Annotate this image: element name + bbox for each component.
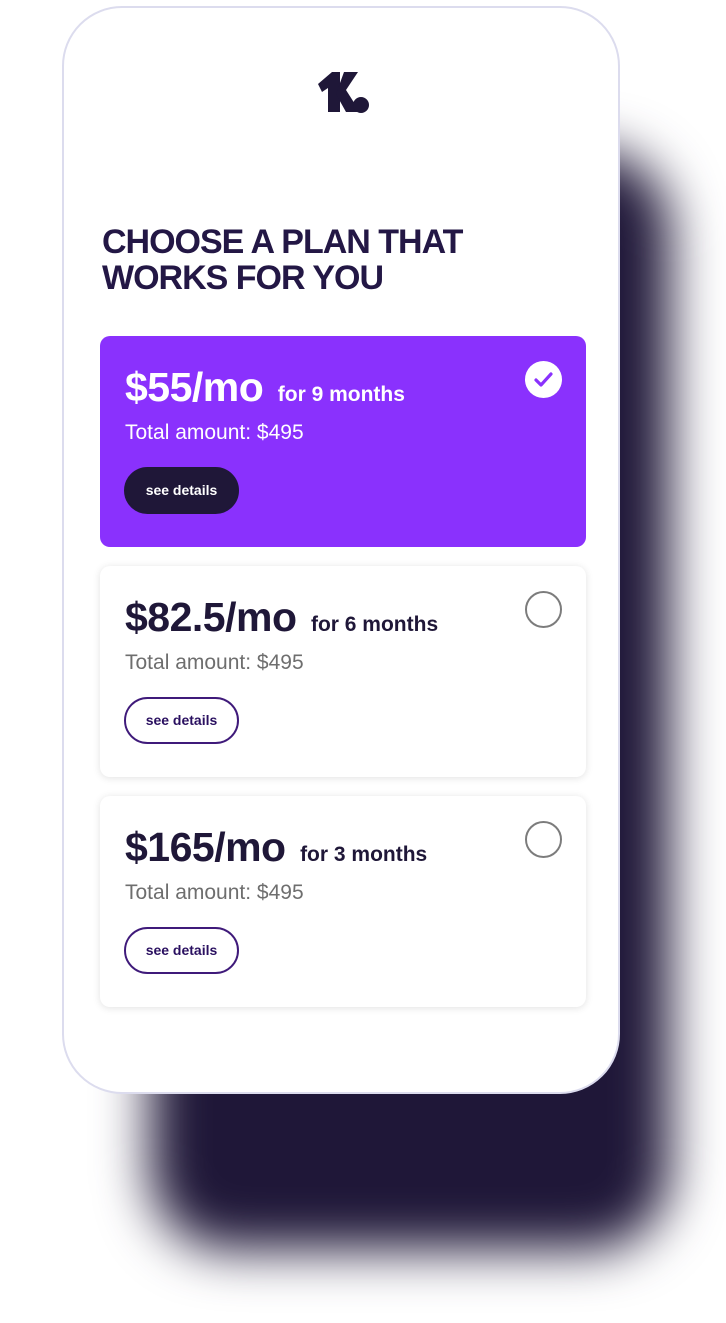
plan-price: $165/mo [125,824,286,870]
plan-price-line: $82.5/mo for 6 months [125,594,438,641]
plan-duration: for 9 months [277,383,405,406]
see-details-button[interactable]: see details [124,467,239,514]
plan-duration: for 6 months [310,613,439,636]
plan-total-amount: Total amount: $495 [125,421,304,444]
plan-total-amount: Total amount: $495 [125,651,304,674]
plan-card-6-months[interactable]: $82.5/mo for 6 months Total amount: $495… [100,566,586,777]
plan-duration: for 3 months [300,843,428,866]
k-logo-icon [314,64,374,120]
radio-empty-icon[interactable] [525,591,562,628]
check-circle-icon[interactable] [525,361,562,398]
phone-screen: CHOOSE A PLAN THAT WORKS FOR YOU $55/mo … [62,6,620,1094]
plan-price-line: $55/mo for 9 months [125,364,405,411]
plan-price: $55/mo [125,364,264,410]
plan-price: $82.5/mo [125,594,297,640]
plan-total-amount: Total amount: $495 [125,881,304,904]
plan-card-9-months[interactable]: $55/mo for 9 months Total amount: $495 s… [100,336,586,547]
see-details-button[interactable]: see details [124,927,239,974]
radio-empty-icon[interactable] [525,821,562,858]
plan-card-3-months[interactable]: $165/mo for 3 months Total amount: $495 … [100,796,586,1007]
see-details-button[interactable]: see details [124,697,239,744]
plan-price-line: $165/mo for 3 months [125,824,427,871]
page-title: CHOOSE A PLAN THAT WORKS FOR YOU [102,223,463,297]
